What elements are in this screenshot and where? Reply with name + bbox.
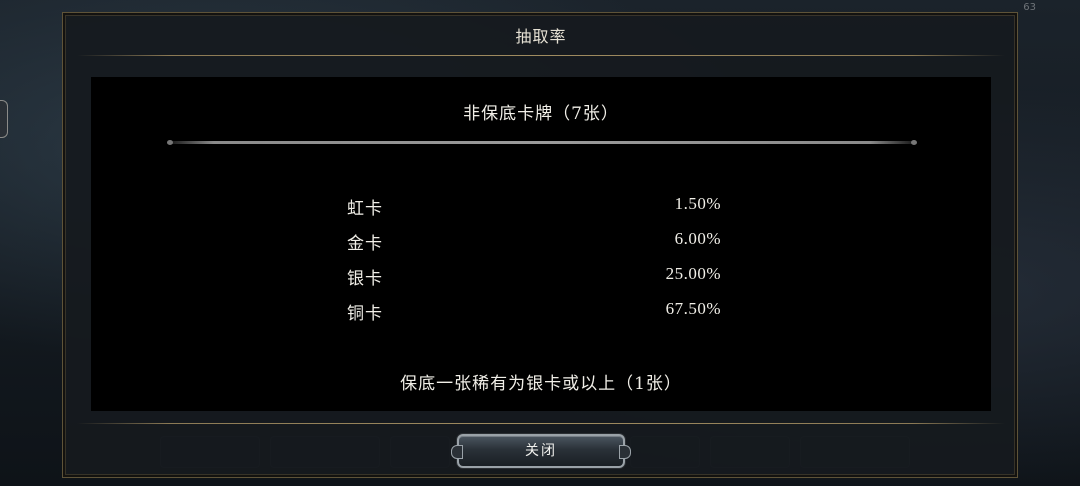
rate-row-bronze: 铜卡 67.50% <box>91 299 991 325</box>
section-title: 非保底卡牌（7张） <box>463 104 619 124</box>
dialog-title: 抽取率 <box>515 27 567 46</box>
rate-value: 1.50% <box>674 194 721 213</box>
rate-value: 67.50% <box>665 299 721 318</box>
rate-content-panel: 非保底卡牌（7张） 虹卡 1.50% 金卡 6.00% 银卡 25.00% 铜卡… <box>91 77 991 411</box>
rate-name: 金卡 <box>347 234 383 254</box>
rate-row-silver: 银卡 25.00% <box>91 264 991 290</box>
rate-name: 铜卡 <box>347 304 383 324</box>
rate-value: 6.00% <box>674 229 721 248</box>
battery-indicator: 63 <box>1023 2 1036 13</box>
rate-row-rainbow: 虹卡 1.50% <box>91 194 991 220</box>
rate-name: 虹卡 <box>347 199 383 219</box>
close-button[interactable]: 关闭 <box>451 434 631 468</box>
rate-name: 银卡 <box>347 269 383 289</box>
top-ornament-divider <box>77 55 1005 56</box>
guarantee-note: 保底一张稀有为银卡或以上（1张） <box>400 374 682 394</box>
draw-rate-dialog: 抽取率 非保底卡牌（7张） 虹卡 1.50% 金卡 6.00% 银卡 25.00… <box>62 12 1018 478</box>
rate-value: 25.00% <box>665 264 721 283</box>
bottom-ornament-divider <box>77 423 1005 424</box>
rate-row-gold: 金卡 6.00% <box>91 229 991 255</box>
side-drawer-tab[interactable] <box>0 100 8 138</box>
section-divider <box>167 140 917 145</box>
